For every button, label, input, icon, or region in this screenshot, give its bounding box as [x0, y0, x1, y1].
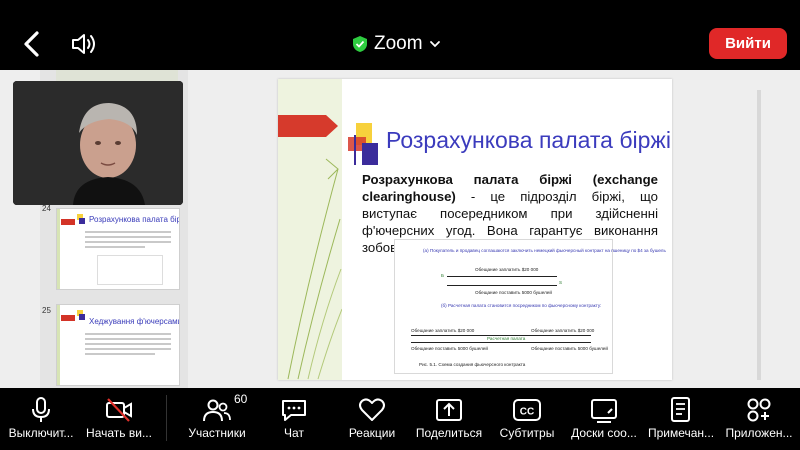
notes-icon	[671, 397, 690, 422]
diagram-arrow	[447, 285, 557, 286]
diagram-pay-left: Обещание заплатить $20 000	[411, 328, 475, 333]
diagram-pay-label: Обещание заплатить $20 000	[475, 267, 539, 272]
apps-icon	[747, 398, 771, 422]
shield-check-icon	[353, 36, 367, 52]
whiteboards-button[interactable]: Доски соо...	[563, 388, 645, 450]
diagram-party-s: S	[559, 280, 563, 285]
mute-button[interactable]: Выключит...	[0, 388, 82, 450]
reactions-button[interactable]: Реакции	[331, 388, 413, 450]
thumbnail-diagram	[97, 255, 163, 285]
share-screen-icon	[436, 399, 462, 421]
chat-icon	[282, 400, 306, 421]
diagram-arrow	[447, 276, 557, 277]
participants-button[interactable]: 60 Участники	[176, 388, 258, 450]
participants-icon	[203, 399, 231, 422]
participants-count: 60	[234, 392, 248, 406]
chat-button[interactable]: Чат	[253, 388, 335, 450]
notes-label: Примечан...	[647, 426, 715, 440]
leave-button[interactable]: Вийти	[709, 28, 787, 59]
thumbnail-number: 24	[42, 204, 51, 213]
reactions-label: Реакции	[348, 426, 396, 440]
thumbnail-text-line	[85, 353, 155, 355]
diagram-clearing-house: Расчетная палата	[487, 336, 526, 341]
thumbnail-red-shape	[61, 315, 75, 321]
captions-label: Субтитры	[499, 426, 555, 440]
thumbnail-text-line	[85, 236, 171, 238]
chevron-down-icon	[429, 41, 440, 48]
slide-scrollbar[interactable]	[757, 90, 761, 380]
toolbar-divider	[166, 395, 167, 441]
diagram-pay-right: Обещание заплатить $20 000	[531, 328, 595, 333]
apps-button[interactable]: Приложен...	[718, 388, 800, 450]
microphone-icon	[32, 397, 50, 422]
thumbnail-accent	[57, 305, 60, 385]
presentation-slide: Розрахункова палата біржі Розрахункова п…	[278, 79, 672, 380]
closed-captions-icon: CC	[513, 399, 541, 421]
thumbnail-number: 25	[42, 306, 51, 315]
heart-icon	[359, 398, 385, 421]
start-video-label: Начать ви...	[86, 426, 152, 440]
red-arrow-shape	[278, 115, 338, 137]
diagram-deliver-right: Обещание поставить 5000 бушелей	[531, 346, 608, 351]
speaker-icon[interactable]	[70, 31, 98, 57]
chat-label: Чат	[284, 426, 304, 440]
thumbnail-accent	[57, 209, 60, 289]
video-off-icon	[106, 398, 132, 422]
thumbnail-text-line	[85, 333, 171, 335]
svg-text:CC: CC	[520, 407, 534, 418]
title-squares-icon	[348, 123, 378, 165]
diagram-deliver-left: Обещание поставить 5000 бушелей	[411, 346, 488, 351]
participant-avatar	[13, 81, 183, 205]
back-chevron-icon[interactable]	[20, 30, 44, 58]
diagram-deliver-label: Обещание поставить 5000 бушелей	[475, 290, 552, 295]
apps-label: Приложен...	[725, 426, 793, 440]
self-video[interactable]	[13, 81, 183, 205]
thumbnail-text-line	[85, 246, 145, 248]
thumbnail-blue-square	[79, 314, 85, 320]
contract-diagram: (а) Покупатель и продавец соглашаются за…	[394, 239, 666, 374]
thumbnail-text-line	[85, 348, 171, 350]
meeting-title: Zoom	[374, 33, 423, 54]
thumbnail-text-line	[85, 241, 171, 243]
thumbnail-red-shape	[61, 219, 75, 225]
share-button[interactable]: Поделиться	[408, 388, 490, 450]
diagram-party-b: Б	[441, 273, 445, 278]
share-label: Поделиться	[415, 426, 483, 440]
meeting-title-dropdown[interactable]: Zoom	[352, 31, 441, 57]
slide-title: Розрахункова палата біржі	[386, 127, 671, 153]
thumbnail-title: Хеджування ф'ючерсами	[89, 317, 180, 326]
thumbnail-text-line	[85, 343, 171, 345]
thumbnail-title: Розрахункова палата біржі	[89, 215, 180, 224]
thumbnail-text-line	[85, 231, 171, 233]
diagram-caption: Рис. 5.1. Схема создания фьючерсного кон…	[419, 362, 526, 367]
participants-label: Участники	[188, 426, 246, 440]
whiteboards-label: Доски соо...	[571, 426, 637, 440]
diagram-line-a: (а) Покупатель и продавец соглашаются за…	[423, 248, 666, 253]
diagram-line-b: (б) Расчетная палата становится посредни…	[441, 303, 602, 308]
start-video-button[interactable]: Начать ви...	[78, 388, 160, 450]
thumbnail-blue-square	[79, 218, 85, 224]
thumbnail-slide-24[interactable]: Розрахункова палата біржі	[56, 208, 180, 290]
thumbnail-text-line	[85, 338, 171, 340]
whiteboard-icon	[591, 399, 617, 423]
mute-label: Выключит...	[8, 426, 74, 440]
meeting-toolbar: Выключит... Начать ви... 60 Участники Ча…	[0, 388, 800, 450]
diagram-arrow	[411, 342, 591, 343]
thumbnail-slide-25[interactable]: Хеджування ф'ючерсами	[56, 304, 180, 386]
notes-button[interactable]: Примечан...	[640, 388, 722, 450]
captions-button[interactable]: CC Субтитры	[486, 388, 568, 450]
